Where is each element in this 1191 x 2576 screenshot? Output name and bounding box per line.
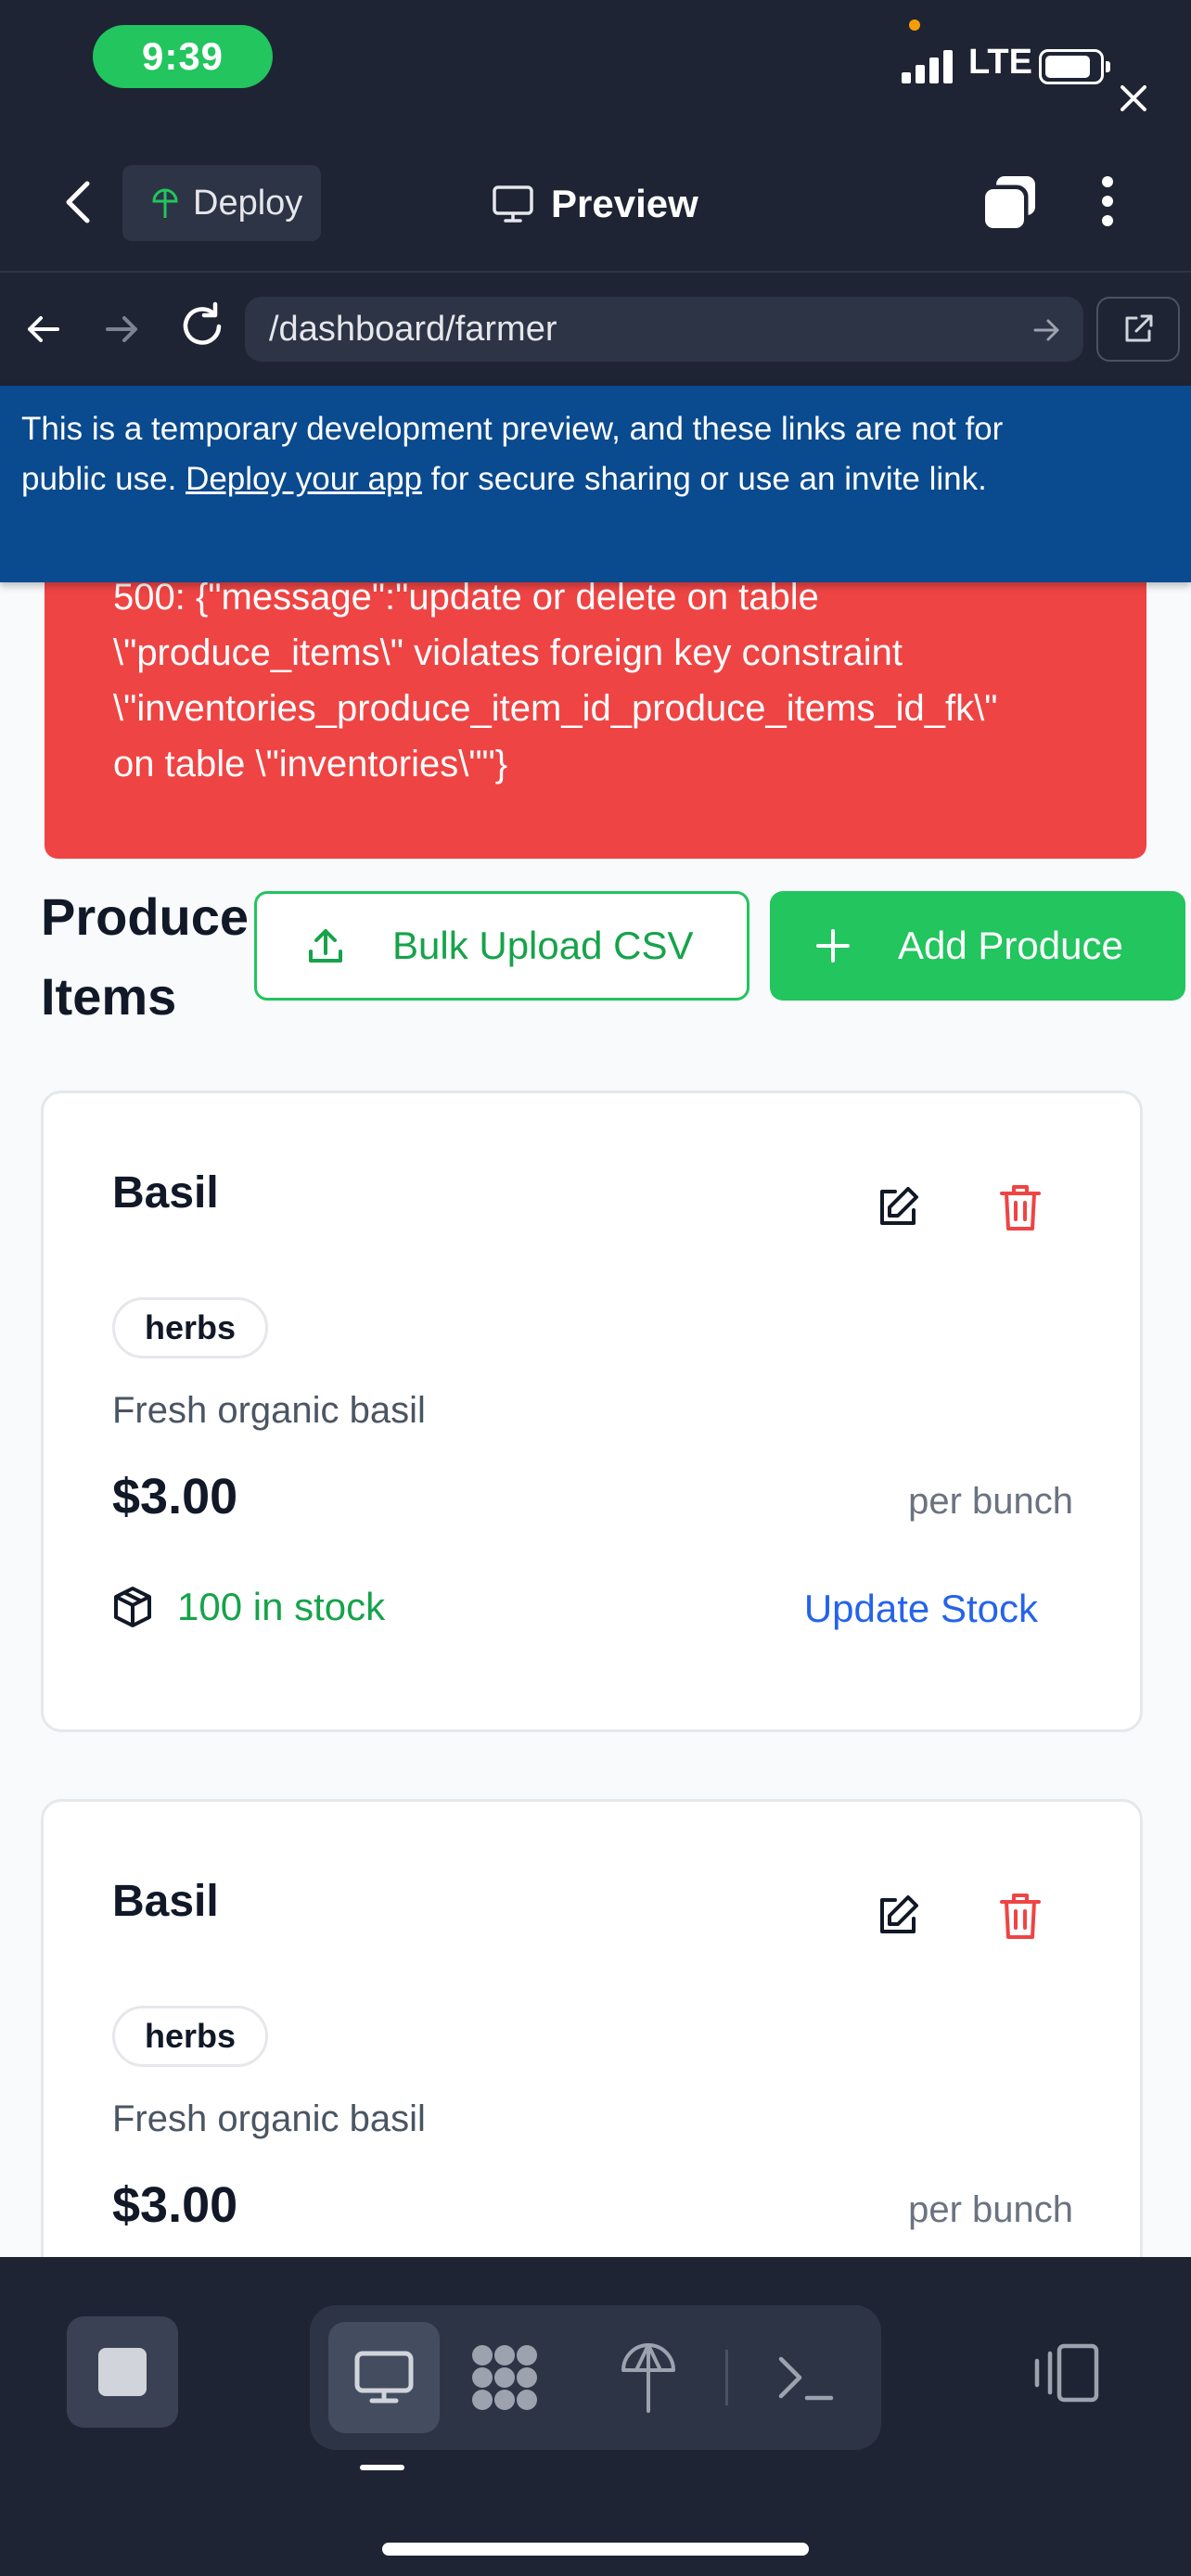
chevron-left-icon <box>66 181 90 223</box>
bulk-upload-button[interactable]: Bulk Upload CSV <box>254 891 749 1001</box>
monitor-icon <box>493 185 533 223</box>
browser-reload-button[interactable] <box>176 300 228 352</box>
app-header: Deploy Preview <box>0 130 1191 273</box>
stock-count: 100 in stock <box>177 1585 386 1628</box>
panel-layout-icon <box>1034 2343 1099 2403</box>
deploy-tool-button[interactable] <box>616 2337 681 2417</box>
menu-dot <box>1102 176 1113 187</box>
package-icon <box>114 1587 151 1627</box>
stop-icon <box>98 2348 147 2396</box>
status-bar: 9:39 LTE <box>0 0 1191 130</box>
tool-switcher <box>310 2305 881 2450</box>
apps-grid-icon <box>472 2345 537 2410</box>
bottom-toolbar <box>0 2257 1191 2576</box>
arrow-left-icon <box>28 316 59 342</box>
delete-button[interactable] <box>999 1182 1042 1232</box>
more-menu-button[interactable] <box>1091 169 1124 234</box>
notice-text-after: for secure sharing or use an invite link… <box>421 461 987 497</box>
external-link-icon <box>1125 314 1153 342</box>
produce-card: Basil herbs Fresh organic basil $3.00 pe… <box>41 1799 1143 2257</box>
url-go-button[interactable] <box>1030 313 1063 347</box>
add-produce-label: Add Produce <box>898 924 1123 967</box>
tabs-button[interactable] <box>980 172 1041 234</box>
back-button[interactable] <box>56 174 102 230</box>
menu-dot <box>1102 196 1113 207</box>
notice-close-button[interactable] <box>1113 78 1154 119</box>
shell-tool-button[interactable] <box>774 2346 839 2411</box>
menu-dot <box>1102 215 1113 226</box>
home-indicator <box>382 2543 809 2556</box>
url-input[interactable]: /dashboard/farmer <box>245 297 1083 362</box>
stock-info: 100 in stock <box>112 1585 385 1629</box>
url-text: /dashboard/farmer <box>269 309 557 349</box>
deploy-button[interactable]: Deploy <box>122 165 321 241</box>
monitor-icon <box>354 2351 414 2404</box>
signal-strength-icon <box>902 46 957 83</box>
browser-forward-button[interactable] <box>98 306 145 352</box>
preview-tool-button[interactable] <box>328 2322 440 2433</box>
edit-icon <box>880 1187 918 1225</box>
apps-tool-button[interactable] <box>467 2340 542 2415</box>
preview-label: Preview <box>551 182 698 225</box>
produce-description: Fresh organic basil <box>112 2098 426 2139</box>
delete-button[interactable] <box>999 1891 1042 1941</box>
bulk-upload-label: Bulk Upload CSV <box>392 924 694 967</box>
preview-notice-banner: This is a temporary development preview,… <box>0 386 1191 582</box>
arrow-right-icon <box>106 316 137 342</box>
update-stock-link[interactable]: Update Stock <box>804 1587 1038 1631</box>
browser-back-button[interactable] <box>20 306 67 352</box>
panel-toggle-button[interactable] <box>1031 2340 1102 2405</box>
produce-price: $3.00 <box>112 2177 238 2233</box>
edit-button[interactable] <box>875 1184 921 1231</box>
trash-icon <box>1000 1894 1041 1939</box>
deploy-icon <box>621 2343 675 2413</box>
page-title: Produce Items <box>41 887 250 1026</box>
privacy-indicator-dot <box>909 19 920 31</box>
active-tool-indicator <box>360 2465 404 2470</box>
category-tag: herbs <box>112 1297 269 1358</box>
preview-title: Preview <box>492 167 698 241</box>
browser-toolbar: /dashboard/farmer <box>0 273 1191 386</box>
network-type: LTE <box>968 43 1032 82</box>
stop-button[interactable] <box>67 2316 178 2428</box>
category-tag: herbs <box>112 2006 269 2067</box>
plus-icon <box>816 929 850 963</box>
edit-button[interactable] <box>875 1893 921 1939</box>
add-produce-button[interactable]: Add Produce <box>770 891 1185 1001</box>
produce-card: Basil herbs Fresh organic basil $3.00 pe… <box>41 1090 1143 1732</box>
page-content: 500: {"message":"update or delete on tab… <box>0 386 1191 2257</box>
terminal-icon <box>778 2356 834 2401</box>
edit-icon <box>880 1895 918 1933</box>
open-external-button[interactable] <box>1096 297 1180 362</box>
tabs-icon <box>980 176 1035 233</box>
deploy-app-link[interactable]: Deploy your app <box>186 461 422 497</box>
reload-icon <box>183 301 222 345</box>
deploy-label: Deploy <box>193 183 303 223</box>
status-time: 9:39 <box>93 25 273 88</box>
produce-name: Basil <box>112 1877 219 1926</box>
trash-icon <box>1000 1185 1041 1231</box>
produce-name: Basil <box>112 1168 219 1218</box>
produce-description: Fresh organic basil <box>112 1390 426 1431</box>
produce-unit: per bunch <box>908 1481 1073 1522</box>
produce-unit: per bunch <box>908 2189 1073 2230</box>
close-icon <box>1121 85 1146 111</box>
battery-icon <box>1039 49 1110 84</box>
toolbar-divider <box>725 2350 728 2405</box>
arrow-right-icon <box>1033 319 1059 341</box>
produce-price: $3.00 <box>112 1469 238 1524</box>
upload-icon <box>309 929 342 963</box>
deploy-icon <box>152 188 178 218</box>
